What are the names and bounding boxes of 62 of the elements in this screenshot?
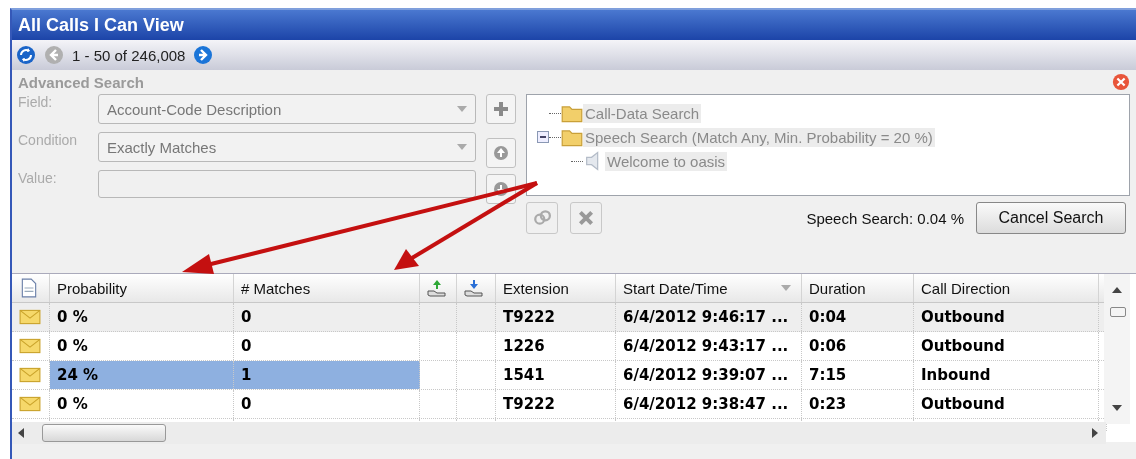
refresh-icon[interactable]: [16, 45, 36, 65]
collapse-icon[interactable]: [537, 131, 549, 143]
table-cell: 1: [241, 366, 252, 384]
table-cell: 0:04: [809, 308, 847, 326]
envelope-icon: [19, 338, 41, 354]
horizontal-scrollbar[interactable]: [12, 422, 1106, 444]
run-button[interactable]: [526, 202, 558, 234]
table-cell: Outbound: [921, 337, 1005, 355]
page-range: 1 - 50 of 246,008: [72, 46, 186, 64]
table-cell: T9222: [503, 308, 555, 326]
table-cell: 24 %: [57, 366, 99, 384]
value-field[interactable]: [98, 170, 476, 198]
table-cell: 1226: [503, 337, 545, 355]
dropdown[interactable]: Account-Code Description: [98, 94, 476, 124]
section-title: Advanced Search: [18, 73, 144, 91]
cancel-search-button[interactable]: Cancel Search: [976, 202, 1126, 234]
field-label: Value:: [18, 170, 58, 186]
envelope-icon: [19, 309, 41, 325]
table-cell: 6/4/2012 9:39:07 ...: [623, 366, 789, 384]
folder-icon: [561, 127, 583, 147]
table-cell: 0: [241, 308, 252, 326]
table-cell: Outbound: [921, 395, 1005, 413]
vertical-scrollbar[interactable]: [1104, 274, 1130, 424]
table-cell: 0 %: [57, 308, 88, 326]
envelope-icon: [19, 396, 41, 412]
table-cell: 1541: [503, 366, 545, 384]
forward-icon[interactable]: [193, 45, 214, 65]
table-cell: 0: [241, 337, 252, 355]
x-icon: [577, 209, 595, 227]
table-cell: 7:15: [809, 366, 847, 384]
hand-download-icon: [464, 278, 484, 298]
envelope-icon: [19, 367, 41, 383]
folder-icon: [561, 103, 583, 123]
column-header[interactable]: # Matches: [234, 274, 420, 302]
column-header[interactable]: Duration: [802, 274, 914, 302]
column-header[interactable]: Call Direction: [914, 274, 1099, 302]
field-label: Condition: [18, 132, 79, 148]
close-icon[interactable]: [1112, 73, 1130, 91]
table-cell: 6/4/2012 9:46:17 ...: [623, 308, 789, 326]
table-cell: 0:23: [809, 395, 847, 413]
table-cell: 6/4/2012 9:43:17 ...: [623, 337, 789, 355]
progress-text: Speech Search: 0.04 %: [806, 209, 964, 227]
document-icon: [19, 278, 39, 298]
column-header[interactable]: Start Date/Time: [616, 274, 802, 302]
hand-upload-icon: [427, 278, 447, 298]
table-cell: 0 %: [57, 337, 88, 355]
plus-icon: [493, 101, 509, 117]
table-cell: Outbound: [921, 308, 1005, 326]
dropdown[interactable]: Exactly Matches: [98, 132, 476, 162]
table-cell: 0:06: [809, 337, 847, 355]
move-up-button[interactable]: [486, 138, 516, 168]
table-cell: 6/4/2012 9:38:47 ...: [623, 395, 789, 413]
table-cell: T9222: [503, 395, 555, 413]
table-cell: 0 %: [57, 395, 88, 413]
window-title: All Calls I Can View: [18, 14, 184, 36]
delete-button[interactable]: [570, 202, 602, 234]
table-cell: 0: [241, 395, 252, 413]
add-button[interactable]: [486, 94, 516, 124]
column-header[interactable]: Extension: [496, 274, 616, 302]
rings-icon: [533, 209, 551, 227]
table-cell: Inbound: [921, 366, 991, 384]
field-label: Field:: [18, 94, 54, 110]
